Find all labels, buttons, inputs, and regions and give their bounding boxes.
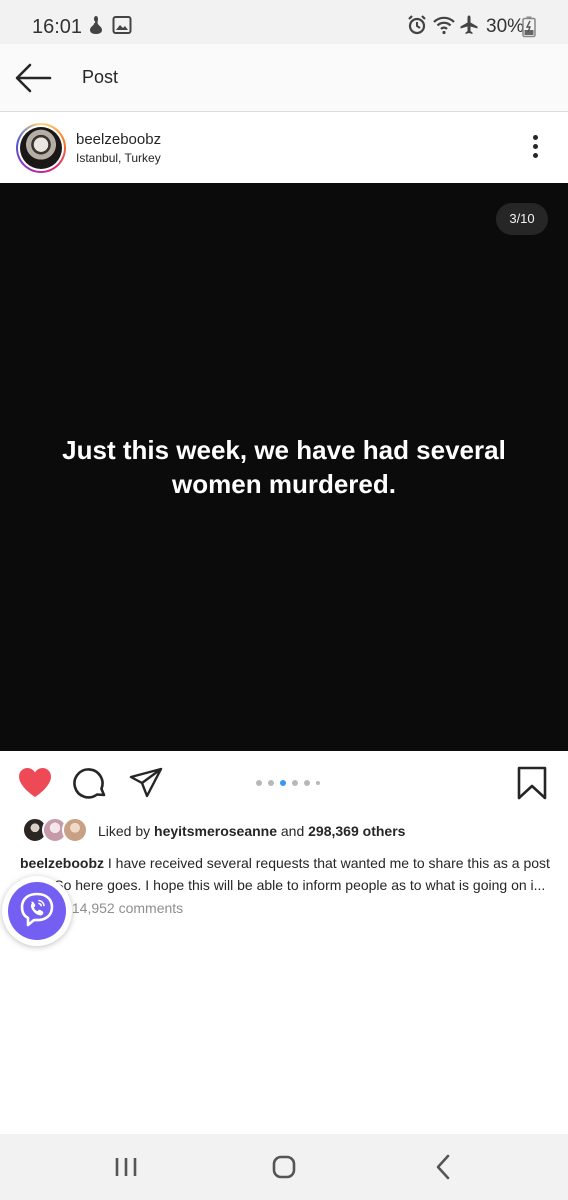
app-bar: Post: [0, 44, 568, 112]
carousel-dot: [292, 780, 298, 786]
status-bar: 16:01 30%: [0, 0, 568, 44]
caption-username[interactable]: beelzeboobz: [20, 855, 104, 871]
more-options-icon[interactable]: [524, 133, 546, 163]
battery-icon: [522, 16, 536, 43]
share-button[interactable]: [128, 765, 164, 801]
likes-count[interactable]: 298,369 others: [308, 823, 405, 839]
likes-text: Liked by heyitsmeroseanne and 298,369 ot…: [98, 823, 405, 839]
send-icon: [129, 767, 163, 798]
carousel-dot: [304, 780, 310, 786]
wifi-icon: [432, 14, 456, 41]
post-username[interactable]: beelzeboobz: [76, 131, 161, 148]
viber-chat-bubble[interactable]: [2, 876, 72, 946]
back-icon[interactable]: [426, 1152, 462, 1182]
back-button[interactable]: [12, 60, 54, 96]
viber-icon: [20, 892, 54, 927]
action-bar: [0, 751, 568, 815]
carousel-dot: [268, 780, 274, 786]
like-button[interactable]: [17, 765, 53, 801]
back-arrow-icon: [15, 63, 52, 93]
likes-row[interactable]: Liked by heyitsmeroseanne and 298,369 ot…: [0, 815, 568, 847]
liker-avatar: [62, 817, 88, 843]
comment-icon: [73, 768, 106, 799]
notification-icon: [86, 14, 106, 41]
home-icon[interactable]: [266, 1152, 302, 1182]
heart-icon: [19, 768, 51, 797]
post-media[interactable]: 3/10 Just this week, we have had several…: [0, 183, 568, 751]
status-time: 16:01: [32, 16, 83, 38]
liker-username[interactable]: heyitsmeroseanne: [154, 823, 277, 839]
post-header: beelzeboobz Istanbul, Turkey: [0, 113, 568, 183]
slide-counter: 3/10: [496, 203, 548, 235]
carousel-dot: [280, 780, 286, 786]
bookmark-icon: [517, 766, 547, 800]
slide-text: Just this week, we have had several wome…: [62, 435, 506, 499]
gallery-icon: [112, 15, 132, 40]
comment-button[interactable]: [73, 765, 109, 801]
likes-prefix: Liked by: [98, 823, 151, 839]
carousel-indicator: [256, 779, 336, 787]
carousel-dot: [316, 781, 320, 785]
system-navigation-bar: [0, 1134, 568, 1200]
carousel-dot: [256, 780, 262, 786]
likes-conjunction: and: [280, 823, 305, 839]
recent-apps-icon[interactable]: [108, 1152, 144, 1182]
airplane-mode-icon: [458, 14, 480, 41]
page-title: Post: [82, 67, 119, 87]
post-location[interactable]: Istanbul, Turkey: [76, 151, 161, 165]
avatar[interactable]: [16, 123, 66, 173]
battery-percent: 30%: [486, 16, 525, 37]
save-button[interactable]: [514, 765, 550, 801]
alarm-icon: [406, 14, 428, 41]
